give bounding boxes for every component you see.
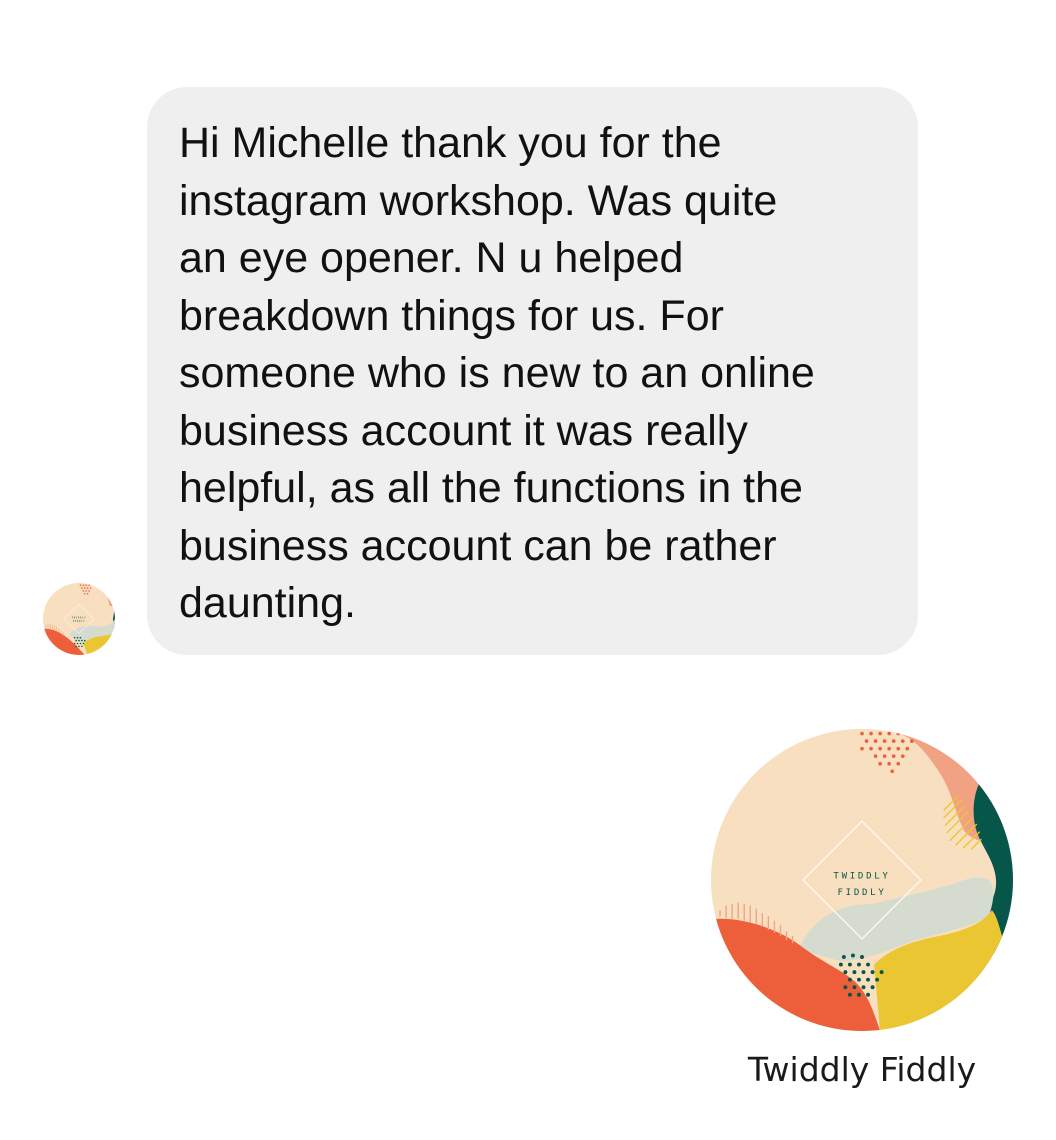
svg-text:FIDDLY: FIDDLY [73,620,86,623]
sender-avatar-large[interactable]: TWIDDLY FIDDLY [711,729,1013,1031]
message-text: Hi Michelle thank you for the instagram … [179,119,815,627]
sender-name[interactable]: Twiddly Fiddly [711,1050,1013,1090]
sender-avatar-small[interactable]: TWIDDLY FIDDLY [43,583,115,655]
logo-text-line2: FIDDLY [838,888,887,898]
message-bubble: Hi Michelle thank you for the instagram … [147,87,918,655]
twiddly-fiddly-logo-icon: TWIDDLY FIDDLY [711,729,1013,1031]
svg-text:TWIDDLY: TWIDDLY [72,616,87,619]
twiddly-fiddly-logo-icon: TWIDDLY FIDDLY [43,583,115,655]
logo-text-line1: TWIDDLY [833,871,890,881]
